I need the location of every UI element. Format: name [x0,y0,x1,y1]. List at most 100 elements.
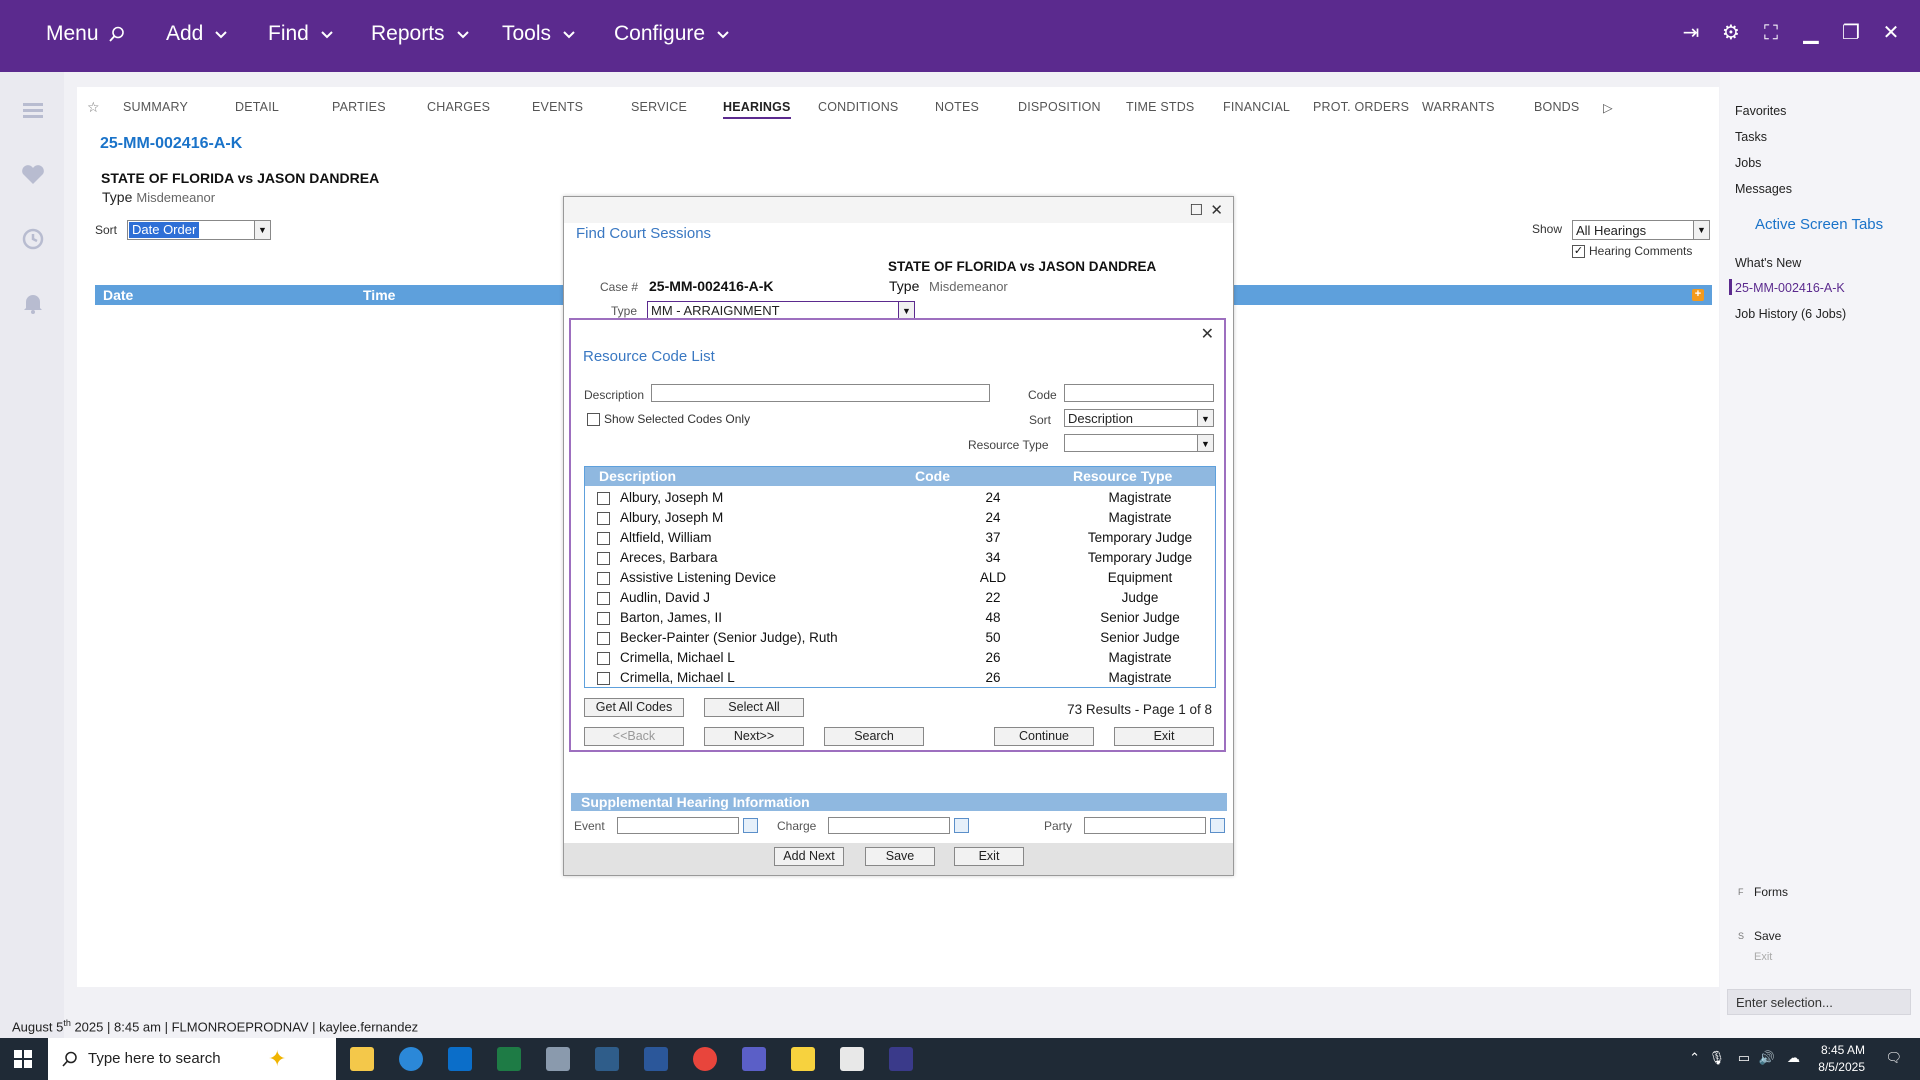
list-item[interactable]: Barton, James, II 48 Senior Judge [585,608,1215,628]
onedrive-icon[interactable]: ☁ [1787,1050,1800,1066]
tab-warrants[interactable]: WARRANTS [1422,100,1495,114]
close-icon[interactable]: ✕ [1201,324,1214,344]
checkbox-unchecked-icon[interactable] [597,592,610,605]
list-item[interactable]: Albury, Joseph M 24 Magistrate [585,508,1215,528]
add-next-button[interactable]: Add Next [774,847,844,866]
save-button[interactable]: Save [865,847,935,866]
next-button[interactable]: Next>> [704,727,804,746]
maximize-icon[interactable]: ☐ [1190,201,1203,219]
resource-type-select[interactable]: ▼ [1064,434,1214,452]
checkbox-unchecked-icon[interactable] [597,532,610,545]
tools-menu[interactable]: Tools [502,22,577,46]
column-time[interactable]: Time [363,287,395,303]
checkbox-unchecked-icon[interactable] [597,512,610,525]
dropdown-arrow-icon[interactable]: ▼ [1197,435,1213,451]
party-lookup-icon[interactable] [1210,818,1225,833]
jobs-link[interactable]: Jobs [1735,156,1761,170]
list-item[interactable]: Areces, Barbara 34 Temporary Judge [585,548,1215,568]
select-all-button[interactable]: Select All [704,698,804,717]
checkbox-unchecked-icon[interactable] [597,652,610,665]
sort-select[interactable]: Description ▼ [1064,409,1214,427]
list-item[interactable]: Crimella, Michael L 26 Magistrate [585,648,1215,668]
heart-icon[interactable] [20,162,46,188]
tab-conditions[interactable]: CONDITIONS [818,100,898,114]
acrobat-icon[interactable] [840,1047,864,1071]
close-icon[interactable]: ✕ [1880,22,1902,44]
excel-icon[interactable] [497,1047,521,1071]
network-icon[interactable]: ▭ [1738,1050,1750,1066]
show-selected-checkbox[interactable]: Show Selected Codes Only [587,412,750,426]
sign-out-icon[interactable]: ⇥ [1680,22,1702,44]
notifications-icon[interactable]: 🗨 [1885,1050,1902,1066]
search-button[interactable]: Search [824,727,924,746]
tab-disposition[interactable]: DISPOSITION [1018,100,1101,114]
checkbox-unchecked-icon[interactable] [597,672,610,685]
tab-bonds[interactable]: BONDS [1534,100,1579,114]
charge-input[interactable] [828,817,950,834]
edge-icon[interactable] [399,1047,423,1071]
taskbar-search-box[interactable]: Type here to search ✦ [48,1038,336,1080]
word-icon[interactable] [644,1047,668,1071]
configure-menu[interactable]: Configure [614,22,731,46]
event-lookup-icon[interactable] [743,818,758,833]
checkbox-unchecked-icon[interactable] [597,632,610,645]
case-number-link[interactable]: 25-MM-002416-A-K [100,135,242,153]
chevron-up-icon[interactable]: ⌃ [1689,1050,1700,1066]
current-case-tab[interactable]: 25-MM-002416-A-K [1735,281,1845,295]
tab-hearings[interactable]: HEARINGS [723,100,791,119]
dynamics-nav-icon[interactable] [595,1047,619,1071]
job-history-link[interactable]: Job History (6 Jobs) [1735,307,1846,321]
list-item[interactable]: Crimella, Michael L 26 Magistrate [585,668,1215,688]
checkbox-checked-icon[interactable]: ✓ [1572,244,1585,258]
exit-button[interactable]: Exit [954,847,1024,866]
microphone-icon[interactable]: 🎙 [1708,1050,1725,1066]
fullscreen-icon[interactable]: ⛶ [1760,22,1782,44]
checkbox-unchecked-icon[interactable] [587,412,600,426]
tab-detail[interactable]: DETAIL [235,100,279,114]
windows-start-icon[interactable] [14,1050,32,1068]
tasks-link[interactable]: Tasks [1735,130,1767,144]
tab-parties[interactable]: PARTIES [332,100,386,114]
sort-select[interactable]: Date Order ▼ [127,220,271,240]
whats-new-link[interactable]: What's New [1735,256,1801,270]
column-code[interactable]: Code [915,468,950,484]
list-item[interactable]: Becker-Painter (Senior Judge), Ruth 50 Sen… [585,628,1215,648]
tab-financial[interactable]: FINANCIAL [1223,100,1290,114]
tab-charges[interactable]: CHARGES [427,100,490,114]
dropdown-arrow-icon[interactable]: ▼ [254,221,270,239]
checkbox-unchecked-icon[interactable] [597,612,610,625]
restore-icon[interactable]: ❐ [1840,22,1862,44]
code-input[interactable] [1064,384,1214,402]
back-button[interactable]: <<Back [584,727,684,746]
menu-button[interactable]: Menu [46,22,125,46]
tabs-scroll-right-icon[interactable]: ▷ [1603,100,1613,115]
party-input[interactable] [1084,817,1206,834]
get-all-codes-button[interactable]: Get All Codes [584,698,684,717]
teams-icon[interactable] [742,1047,766,1071]
column-date[interactable]: Date [103,287,133,303]
event-input[interactable] [617,817,739,834]
outlook-icon[interactable] [448,1047,472,1071]
history-icon[interactable] [20,226,46,252]
forms-link[interactable]: Forms [1754,885,1788,899]
column-resource-type[interactable]: Resource Type [1073,468,1172,484]
list-icon[interactable] [20,98,46,124]
tab-prot-orders[interactable]: PROT. ORDERS [1313,100,1409,114]
tab-service[interactable]: SERVICE [631,100,687,114]
dropdown-arrow-icon[interactable]: ▼ [1197,410,1213,426]
save-link[interactable]: Save [1754,929,1781,943]
favorites-link[interactable]: Favorites [1735,104,1786,118]
reports-menu[interactable]: Reports [371,22,471,46]
messages-link[interactable]: Messages [1735,182,1792,196]
chrome-icon[interactable] [693,1047,717,1071]
exit-button[interactable]: Exit [1114,727,1214,746]
checkbox-unchecked-icon[interactable] [597,492,610,505]
enter-selection-input[interactable]: Enter selection... [1727,989,1911,1015]
gear-icon[interactable]: ⚙ [1720,22,1742,44]
copilot-sparkle-icon[interactable]: ✦ [268,1046,286,1072]
tab-events[interactable]: EVENTS [532,100,583,114]
hearing-comments-checkbox[interactable]: ✓ Hearing Comments [1572,244,1692,258]
column-description[interactable]: Description [599,468,676,484]
add-hearing-icon[interactable]: + [1692,289,1704,301]
tab-summary[interactable]: SUMMARY [123,100,188,114]
